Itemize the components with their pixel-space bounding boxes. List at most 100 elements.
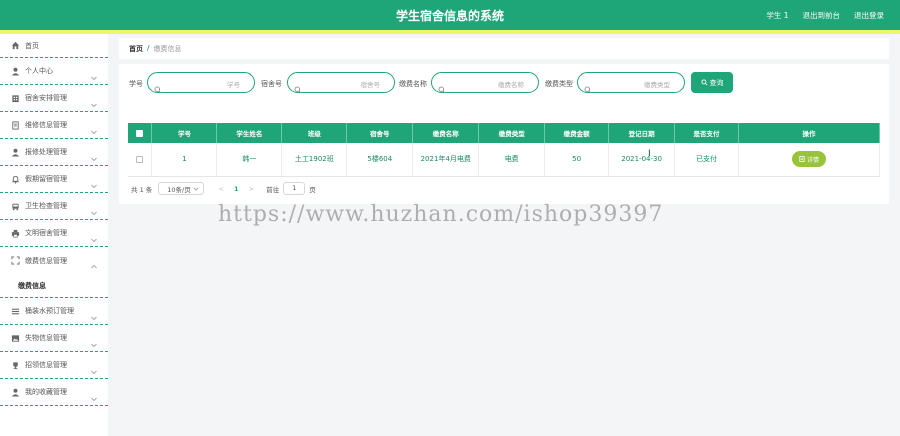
- sidebar-item-label: 失物信息管理: [25, 334, 67, 342]
- column-header: 操作: [738, 123, 880, 143]
- sidebar-item-repair-handling[interactable]: 报修处理管理: [0, 139, 108, 166]
- search-button[interactable]: 查询: [691, 72, 733, 93]
- sidebar: 首页 个人中心 宿舍安排管理 维修信息管理 报修处理管理 假期留宿管理 卫生检查…: [0, 34, 108, 436]
- sidebar-subitem-payment-info[interactable]: 缴费信息: [0, 274, 108, 298]
- bell-icon: [10, 174, 20, 184]
- sidebar-item-my-favorites[interactable]: 我的收藏管理: [0, 379, 108, 406]
- sidebar-item-label: 招领信息管理: [25, 361, 67, 369]
- action-cell: 详情: [738, 143, 880, 177]
- payment-type-label: 缴费类型: [545, 80, 573, 88]
- select-all-checkbox[interactable]: [136, 129, 144, 137]
- building-icon: [10, 93, 20, 103]
- chevron-down-icon: [90, 202, 98, 216]
- logout-link[interactable]: 退出登录: [854, 10, 884, 21]
- chevron-down-icon: [90, 361, 98, 375]
- table-cell: 2021年4月电费: [412, 143, 480, 177]
- sidebar-item-label: 首页: [25, 41, 39, 50]
- detail-button-label: 详情: [806, 156, 819, 164]
- payment-name-input[interactable]: 缴费名称: [431, 72, 539, 94]
- expand-icon: [10, 256, 20, 266]
- sidebar-item-water-order[interactable]: 桶装水预订管理: [0, 298, 108, 325]
- row-checkbox[interactable]: [136, 155, 144, 163]
- chevron-down-icon: [90, 121, 98, 135]
- sidebar-subitem-label: 缴费信息: [18, 281, 46, 290]
- column-header: 学生姓名: [216, 123, 283, 143]
- search-button-label: 查询: [709, 78, 724, 87]
- payment-type-input[interactable]: 缴费类型: [577, 72, 685, 94]
- user-icon: [10, 387, 20, 397]
- sidebar-item-holiday-stay[interactable]: 假期留宿管理: [0, 166, 108, 193]
- student-id-label: 学号: [129, 80, 143, 88]
- header-accent-stripe: [0, 30, 900, 34]
- bus-icon: [10, 201, 20, 211]
- table-cell: 土工1902班: [281, 143, 348, 177]
- detail-button[interactable]: 详情: [792, 151, 826, 168]
- payment-type-placeholder: 缴费类型: [644, 81, 670, 89]
- back-to-frontend-link[interactable]: 退出到前台: [803, 10, 841, 21]
- image-icon: [10, 333, 20, 343]
- sidebar-item-label: 个人中心: [25, 67, 53, 75]
- table-cell: 2021-04-30: [608, 143, 676, 177]
- sidebar-item-personal-center[interactable]: 个人中心: [0, 58, 108, 85]
- chevron-down-icon: [90, 67, 98, 81]
- column-header: 缴费金额: [544, 123, 610, 143]
- sidebar-item-label: 我的收藏管理: [25, 388, 67, 396]
- top-bar: 学生宿舍信息的系统 学生 1 退出到前台 退出登录: [0, 0, 900, 30]
- column-header: 是否支付: [674, 123, 739, 143]
- column-header: 缴费名称: [412, 123, 480, 143]
- printer-icon: [10, 228, 20, 238]
- breadcrumb-bar: 首页 / 缴费信息: [119, 38, 889, 59]
- search-icon: [294, 79, 302, 94]
- list-icon: [10, 306, 20, 316]
- student-id-placeholder: 学号: [227, 81, 240, 89]
- app-title: 学生宿舍信息的系统: [395, 9, 504, 23]
- prev-page-button[interactable]: <: [216, 185, 226, 193]
- sidebar-item-label: 宿舍安排管理: [25, 94, 67, 102]
- table-cell: 1: [151, 143, 218, 177]
- sidebar-item-label: 文明宿舍管理: [25, 229, 67, 237]
- goto-page-input[interactable]: 1: [283, 182, 306, 195]
- chevron-down-icon: [90, 94, 98, 108]
- search-icon: [700, 79, 708, 86]
- sidebar-item-dorm-arrangement[interactable]: 宿舍安排管理: [0, 85, 108, 112]
- sidebar-item-label: 桶装水预订管理: [25, 307, 74, 315]
- sidebar-item-civilized-dorm[interactable]: 文明宿舍管理: [0, 220, 108, 247]
- payment-name-placeholder: 缴费名称: [498, 81, 524, 89]
- sidebar-item-hygiene-check[interactable]: 卫生检查管理: [0, 193, 108, 220]
- sidebar-item-label: 假期留宿管理: [25, 175, 67, 183]
- goto-label: 前往: [266, 185, 280, 194]
- dorm-number-label: 宿舍号: [261, 80, 282, 88]
- table-header-row: 学号 学生姓名 班级 宿舍号 缴费名称 缴费类型 缴费金额 登记日期 是否支付 …: [128, 123, 880, 143]
- current-user-link[interactable]: 学生 1: [766, 10, 788, 21]
- payment-name-label: 缴费名称: [399, 80, 427, 88]
- sidebar-item-found-items[interactable]: 招领信息管理: [0, 352, 108, 379]
- trophy-icon: [10, 360, 20, 370]
- breadcrumb: 首页 / 缴费信息: [129, 44, 182, 54]
- column-header: 缴费类型: [478, 123, 546, 143]
- breadcrumb-home[interactable]: 首页: [129, 44, 143, 54]
- pagination: 共 1 条 10条/页 < 1 > 前往 1 页: [131, 182, 316, 195]
- chevron-down-icon: [90, 175, 98, 189]
- student-id-input[interactable]: 学号: [147, 72, 255, 94]
- document-icon: [10, 120, 20, 130]
- chevron-down-icon: [90, 229, 98, 243]
- table-cell: 50: [544, 143, 610, 177]
- sidebar-item-payment-management[interactable]: 缴费信息管理: [0, 247, 108, 274]
- sidebar-item-label: 缴费信息管理: [25, 256, 67, 265]
- sidebar-item-lost-items[interactable]: 失物信息管理: [0, 325, 108, 352]
- text-cursor-icon: I: [648, 149, 651, 159]
- table-cell: 已支付: [674, 143, 739, 177]
- chevron-down-icon: [90, 388, 98, 402]
- sidebar-item-home[interactable]: 首页: [0, 34, 108, 58]
- next-page-button[interactable]: >: [246, 185, 256, 193]
- select-all-cell: [128, 123, 153, 143]
- page-size-select[interactable]: 10条/页: [158, 182, 205, 195]
- sidebar-item-label: 报修处理管理: [25, 148, 67, 156]
- sidebar-item-repair-info[interactable]: 维修信息管理: [0, 112, 108, 139]
- document-icon: [799, 156, 805, 163]
- chevron-up-icon: [90, 256, 98, 269]
- column-header: 班级: [281, 123, 348, 143]
- search-icon: [584, 79, 592, 94]
- dorm-number-input[interactable]: 宿舍号: [287, 72, 395, 94]
- page-number-button[interactable]: 1: [226, 185, 246, 193]
